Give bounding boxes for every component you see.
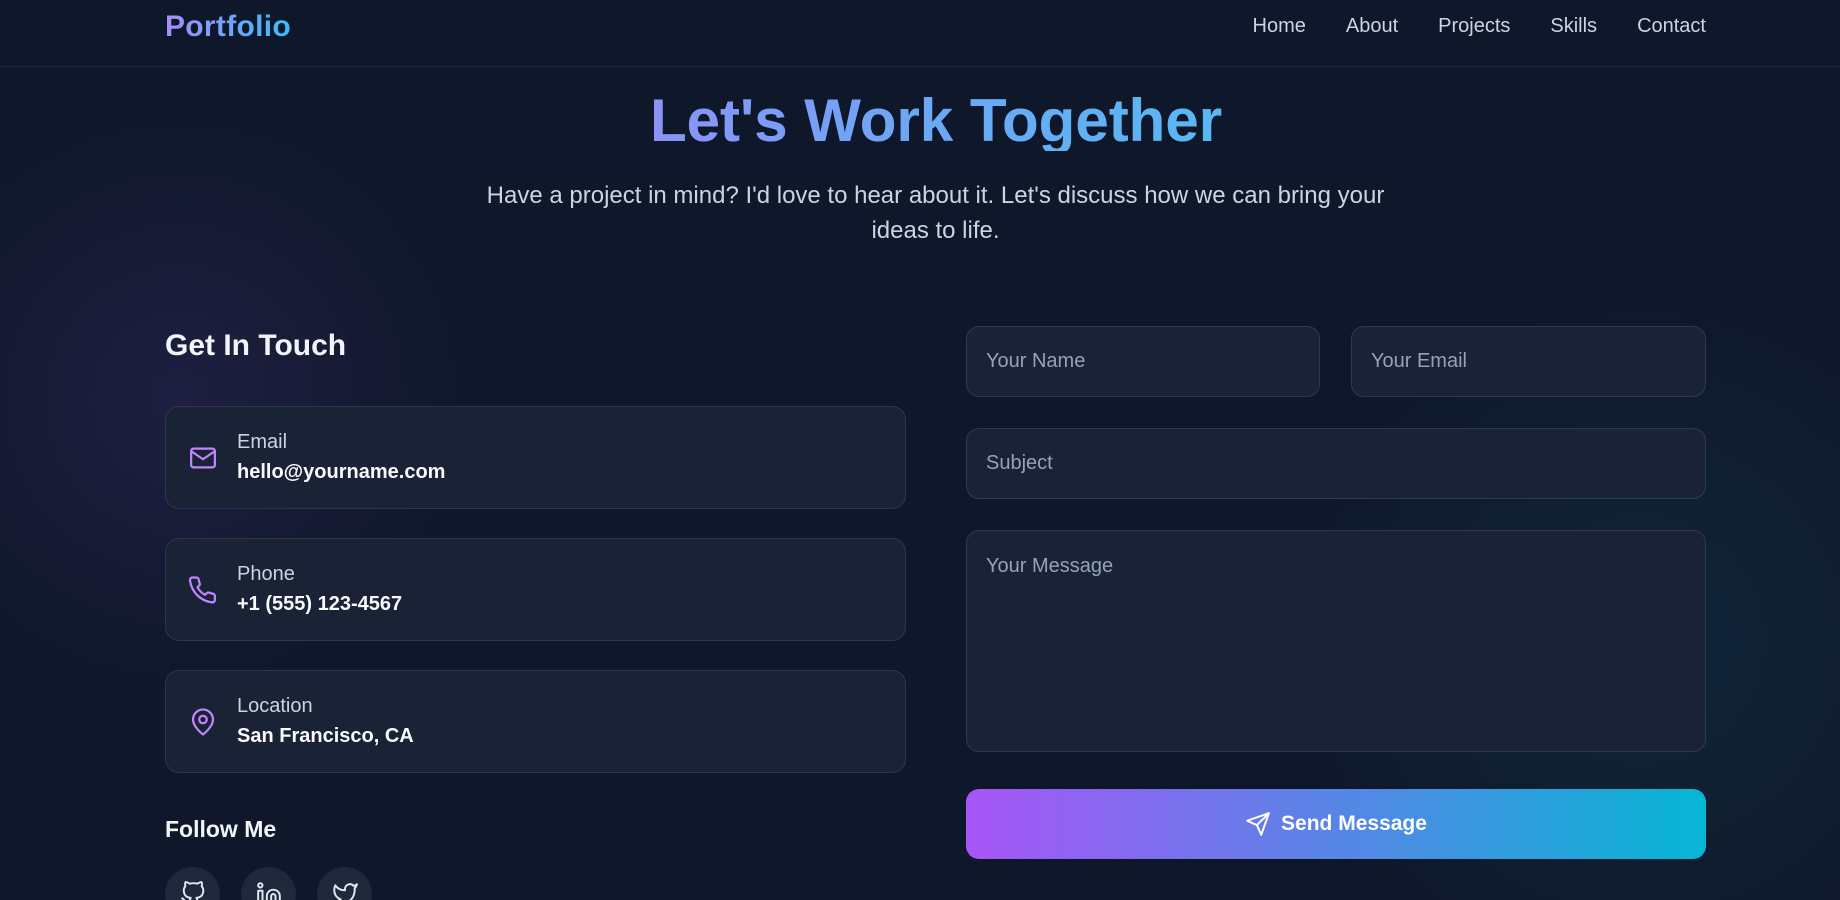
name-input[interactable] <box>966 326 1320 397</box>
nav-link-home[interactable]: Home <box>1253 15 1306 38</box>
send-icon <box>1245 811 1271 837</box>
phone-card: Phone +1 (555) 123-4567 <box>165 538 906 641</box>
social-links <box>165 867 372 900</box>
phone-icon <box>188 575 218 605</box>
nav-link-projects[interactable]: Projects <box>1438 15 1510 38</box>
message-textarea[interactable] <box>966 530 1706 752</box>
logo[interactable]: Portfolio <box>165 10 291 44</box>
nav-links: Home About Projects Skills Contact <box>1253 15 1706 38</box>
nav-link-skills[interactable]: Skills <box>1550 15 1597 38</box>
email-value[interactable]: hello@yourname.com <box>237 461 445 484</box>
email-label: Email <box>237 431 288 453</box>
nav-link-contact[interactable]: Contact <box>1637 15 1706 38</box>
linkedin-icon <box>256 881 282 900</box>
twitter-icon <box>332 881 358 900</box>
github-link[interactable] <box>165 867 220 900</box>
github-icon <box>180 881 206 900</box>
follow-me-heading: Follow Me <box>165 816 277 842</box>
navbar: Portfolio Home About Projects Skills Con… <box>0 0 1840 67</box>
send-message-button[interactable]: Send Message <box>966 789 1706 859</box>
location-card: Location San Francisco, CA <box>165 670 906 773</box>
get-in-touch-heading: Get In Touch <box>165 329 347 362</box>
phone-label: Phone <box>237 563 295 585</box>
twitter-link[interactable] <box>317 867 372 900</box>
phone-value[interactable]: +1 (555) 123-4567 <box>237 593 402 616</box>
page-title: Let's Work Together <box>0 83 1840 151</box>
map-pin-icon <box>188 707 218 737</box>
page-subtitle: Have a project in mind? I'd love to hear… <box>486 182 1385 244</box>
subject-input[interactable] <box>966 428 1706 499</box>
send-message-label: Send Message <box>1281 812 1427 835</box>
location-value: San Francisco, CA <box>237 725 414 747</box>
nav-link-about[interactable]: About <box>1346 15 1398 38</box>
mail-icon <box>188 443 218 473</box>
email-input[interactable] <box>1351 326 1706 397</box>
location-label: Location <box>237 695 313 717</box>
linkedin-link[interactable] <box>241 867 296 900</box>
page-title-text: Let's Work Together <box>650 87 1222 151</box>
email-card: Email hello@yourname.com <box>165 406 906 509</box>
